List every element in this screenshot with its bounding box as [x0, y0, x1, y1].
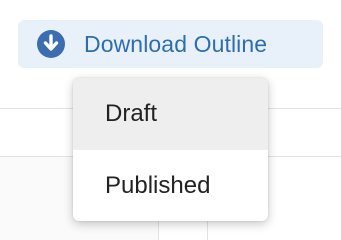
download-outline-button[interactable]: Download Outline [18, 20, 323, 68]
download-format-menu: Draft Published [73, 78, 268, 221]
page: Download Outline Draft Published [0, 0, 341, 240]
menu-item-draft[interactable]: Draft [73, 78, 268, 150]
menu-item-label: Published [105, 171, 211, 199]
download-outline-label: Download Outline [84, 30, 268, 57]
menu-item-published[interactable]: Published [73, 150, 268, 221]
menu-item-label: Draft [105, 100, 158, 127]
arrow-down-circle-icon [36, 29, 66, 59]
